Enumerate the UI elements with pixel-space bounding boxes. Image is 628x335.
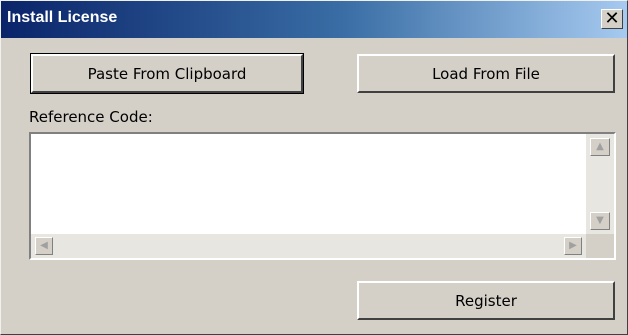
reference-code-text[interactable] bbox=[31, 134, 586, 234]
reference-code-label: Reference Code: bbox=[29, 108, 153, 126]
register-label: Register bbox=[455, 291, 517, 310]
load-from-file-label: Load From File bbox=[432, 64, 540, 83]
paste-from-clipboard-label: Paste From Clipboard bbox=[87, 64, 247, 83]
scrollbar-corner bbox=[586, 234, 614, 258]
vertical-scrollbar[interactable]: ▲ ▼ bbox=[586, 134, 614, 234]
reference-code-field[interactable]: ▲ ▼ ◀ ▶ bbox=[29, 132, 616, 260]
scroll-down-icon[interactable]: ▼ bbox=[590, 212, 610, 230]
install-license-dialog: Install License ✕ Paste From Clipboard L… bbox=[0, 0, 628, 335]
close-icon: ✕ bbox=[604, 8, 620, 29]
close-button[interactable]: ✕ bbox=[601, 9, 623, 29]
scroll-up-icon[interactable]: ▲ bbox=[590, 138, 610, 156]
horizontal-scrollbar[interactable]: ◀ ▶ bbox=[31, 234, 586, 258]
load-from-file-button[interactable]: Load From File bbox=[357, 54, 615, 93]
paste-from-clipboard-button[interactable]: Paste From Clipboard bbox=[30, 53, 304, 94]
register-button[interactable]: Register bbox=[357, 281, 615, 320]
scroll-left-icon[interactable]: ◀ bbox=[35, 237, 53, 255]
window-title: Install License bbox=[7, 9, 118, 26]
scroll-right-icon[interactable]: ▶ bbox=[564, 237, 582, 255]
title-bar[interactable]: Install License ✕ bbox=[1, 1, 627, 38]
